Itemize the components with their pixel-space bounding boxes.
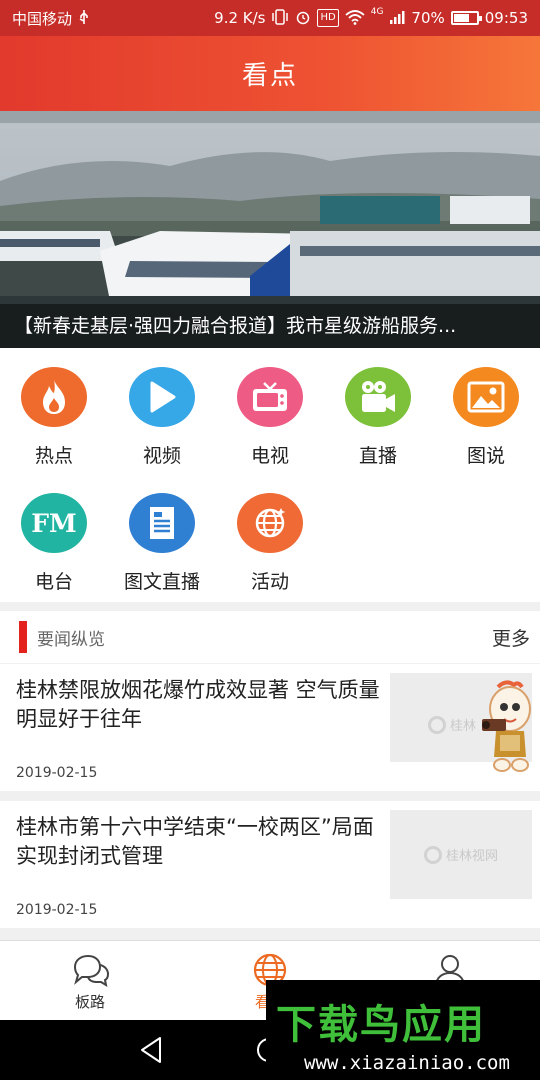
section-accent-bar	[19, 621, 27, 653]
vibrate-icon	[271, 8, 289, 28]
category-text-live[interactable]: 图文直播	[108, 474, 216, 594]
banner-carousel[interactable]: 【新春走基层·强四力融合报道】我市星级游船服务...	[0, 111, 540, 348]
section-title: 要闻纵览	[37, 629, 105, 650]
clock: 09:53	[484, 9, 528, 27]
chat-icon	[73, 954, 110, 987]
play-icon	[129, 367, 195, 427]
status-bar: 中国移动 9.2 K/s HD 4G 70% 09:53	[0, 0, 540, 36]
news-date: 2019-02-15	[16, 765, 98, 781]
battery-icon	[450, 11, 482, 25]
section-header: 要闻纵览 更多	[0, 611, 540, 663]
watermark-url: www.xiazainiao.com	[304, 1052, 510, 1074]
thumbnail-logo: 桂林	[428, 715, 476, 734]
usb-icon	[78, 9, 90, 28]
back-icon[interactable]	[138, 1036, 164, 1064]
category-label: 直播	[358, 445, 397, 467]
news-date: 2019-02-15	[16, 902, 98, 918]
hd-badge: HD	[317, 9, 339, 27]
news-thumbnail: 桂林	[390, 673, 532, 772]
category-hot[interactable]: 热点	[0, 348, 108, 468]
watermark: 下载鸟应用 www.xiazainiao.com	[266, 980, 540, 1080]
camera-icon	[345, 367, 411, 427]
nav-label: 板路	[74, 993, 105, 1011]
mascot-icon	[482, 680, 531, 772]
signal-icon	[389, 9, 405, 28]
category-radio[interactable]: FM 电台	[0, 474, 108, 594]
network-type: 4G	[370, 6, 384, 17]
image-icon	[453, 367, 519, 427]
category-event[interactable]: 活动	[216, 474, 324, 594]
flame-icon	[21, 367, 87, 427]
category-label: 活动	[250, 571, 289, 593]
more-link[interactable]: 更多	[492, 624, 530, 651]
fm-icon-text: FM	[31, 508, 77, 538]
globe-icon	[237, 493, 303, 553]
news-thumbnail: 桂林视网	[390, 810, 532, 899]
news-item[interactable]: 桂林禁限放烟花爆竹成效显著 空气质量明显好于往年 2019-02-15 桂林	[0, 664, 540, 791]
category-label: 图文直播	[123, 571, 200, 593]
fm-icon: FM	[21, 493, 87, 553]
app-header: 看点	[0, 36, 540, 111]
battery-percent: 70%	[411, 9, 445, 27]
banner-caption: 【新春走基层·强四力融合报道】我市星级游船服务...	[0, 304, 540, 348]
category-grid: 热点 视频 电视 直播 图说 FM 电台 图文直播 活动	[0, 348, 540, 602]
category-label: 视频	[142, 445, 181, 467]
watermark-title: 下载鸟应用	[276, 1002, 486, 1048]
thumbnail-logo: 桂林视网	[423, 845, 498, 864]
category-label: 电台	[34, 571, 73, 593]
document-icon	[129, 493, 195, 553]
wifi-icon	[345, 9, 365, 28]
category-live[interactable]: 直播	[324, 348, 432, 468]
category-label: 热点	[34, 445, 73, 467]
category-picture[interactable]: 图说	[432, 348, 540, 468]
category-label: 图说	[466, 445, 505, 467]
carrier-label: 中国移动	[12, 9, 73, 28]
page-title: 看点	[241, 61, 298, 91]
category-tv[interactable]: 电视	[216, 348, 324, 468]
news-title: 桂林市第十六中学结束“一校两区”局面 实现封闭式管理	[16, 815, 374, 868]
network-speed: 9.2 K/s	[214, 9, 266, 27]
alarm-icon	[295, 9, 311, 28]
screen: 中国移动 9.2 K/s HD 4G 70% 09:53 看点 【新春走基层·强…	[0, 0, 540, 1080]
news-title: 桂林禁限放烟花爆竹成效显著 空气质量明显好于往年	[16, 678, 380, 731]
tv-icon	[237, 367, 303, 427]
category-video[interactable]: 视频	[108, 348, 216, 468]
category-label: 电视	[250, 445, 289, 467]
nav-item-banlu[interactable]: 板路	[0, 941, 180, 1021]
news-item[interactable]: 桂林市第十六中学结束“一校两区”局面 实现封闭式管理 2019-02-15 桂林…	[0, 801, 540, 928]
